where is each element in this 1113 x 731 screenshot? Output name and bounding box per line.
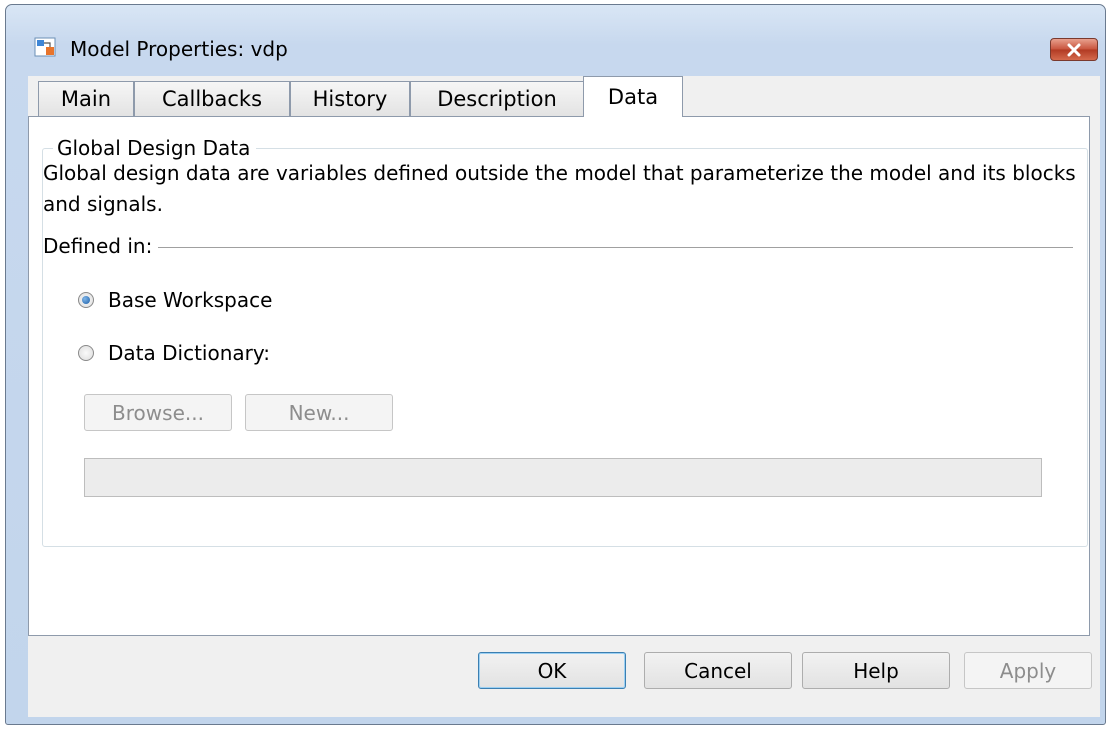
ok-button[interactable]: OK bbox=[478, 652, 626, 689]
defined-in-separator: Defined in: bbox=[43, 234, 1073, 260]
separator-line bbox=[43, 247, 1073, 248]
tab-strip: Main Callbacks History Description Data bbox=[28, 76, 1100, 117]
radio-button-unchecked[interactable] bbox=[78, 345, 94, 361]
tab-data[interactable]: Data bbox=[583, 76, 683, 117]
radio-label-data-dictionary: Data Dictionary: bbox=[108, 341, 270, 365]
close-icon bbox=[1067, 43, 1081, 56]
tab-history[interactable]: History bbox=[290, 81, 410, 116]
tab-main[interactable]: Main bbox=[38, 81, 134, 116]
radio-label-base-workspace: Base Workspace bbox=[108, 288, 273, 312]
radio-button-checked[interactable] bbox=[78, 292, 94, 308]
tab-panel-data: Global Design Data Global design data ar… bbox=[28, 116, 1090, 636]
close-button[interactable] bbox=[1050, 38, 1098, 61]
dictionary-path-field[interactable] bbox=[84, 458, 1042, 497]
help-button[interactable]: Help bbox=[802, 652, 950, 689]
browse-button[interactable]: Browse... bbox=[84, 394, 232, 431]
dialog-client: Main Callbacks History Description Data … bbox=[28, 76, 1100, 717]
dialog-window: Model Properties: vdp Main Callbacks His… bbox=[5, 4, 1106, 725]
global-design-data-group: Global Design Data Global design data ar… bbox=[42, 136, 1088, 547]
new-button[interactable]: New... bbox=[245, 394, 393, 431]
window-title: Model Properties: vdp bbox=[70, 37, 288, 61]
tab-callbacks[interactable]: Callbacks bbox=[134, 81, 290, 116]
cancel-button[interactable]: Cancel bbox=[644, 652, 792, 689]
radio-data-dictionary[interactable]: Data Dictionary: bbox=[78, 339, 270, 367]
defined-in-label: Defined in: bbox=[43, 234, 159, 258]
title-bar[interactable]: Model Properties: vdp bbox=[6, 5, 1105, 61]
simulink-model-icon bbox=[34, 37, 56, 57]
apply-button[interactable]: Apply bbox=[964, 652, 1092, 689]
group-description: Global design data are variables defined… bbox=[43, 161, 1076, 216]
group-legend: Global Design Data bbox=[53, 136, 257, 160]
radio-base-workspace[interactable]: Base Workspace bbox=[78, 286, 272, 314]
tab-description[interactable]: Description bbox=[410, 81, 584, 116]
